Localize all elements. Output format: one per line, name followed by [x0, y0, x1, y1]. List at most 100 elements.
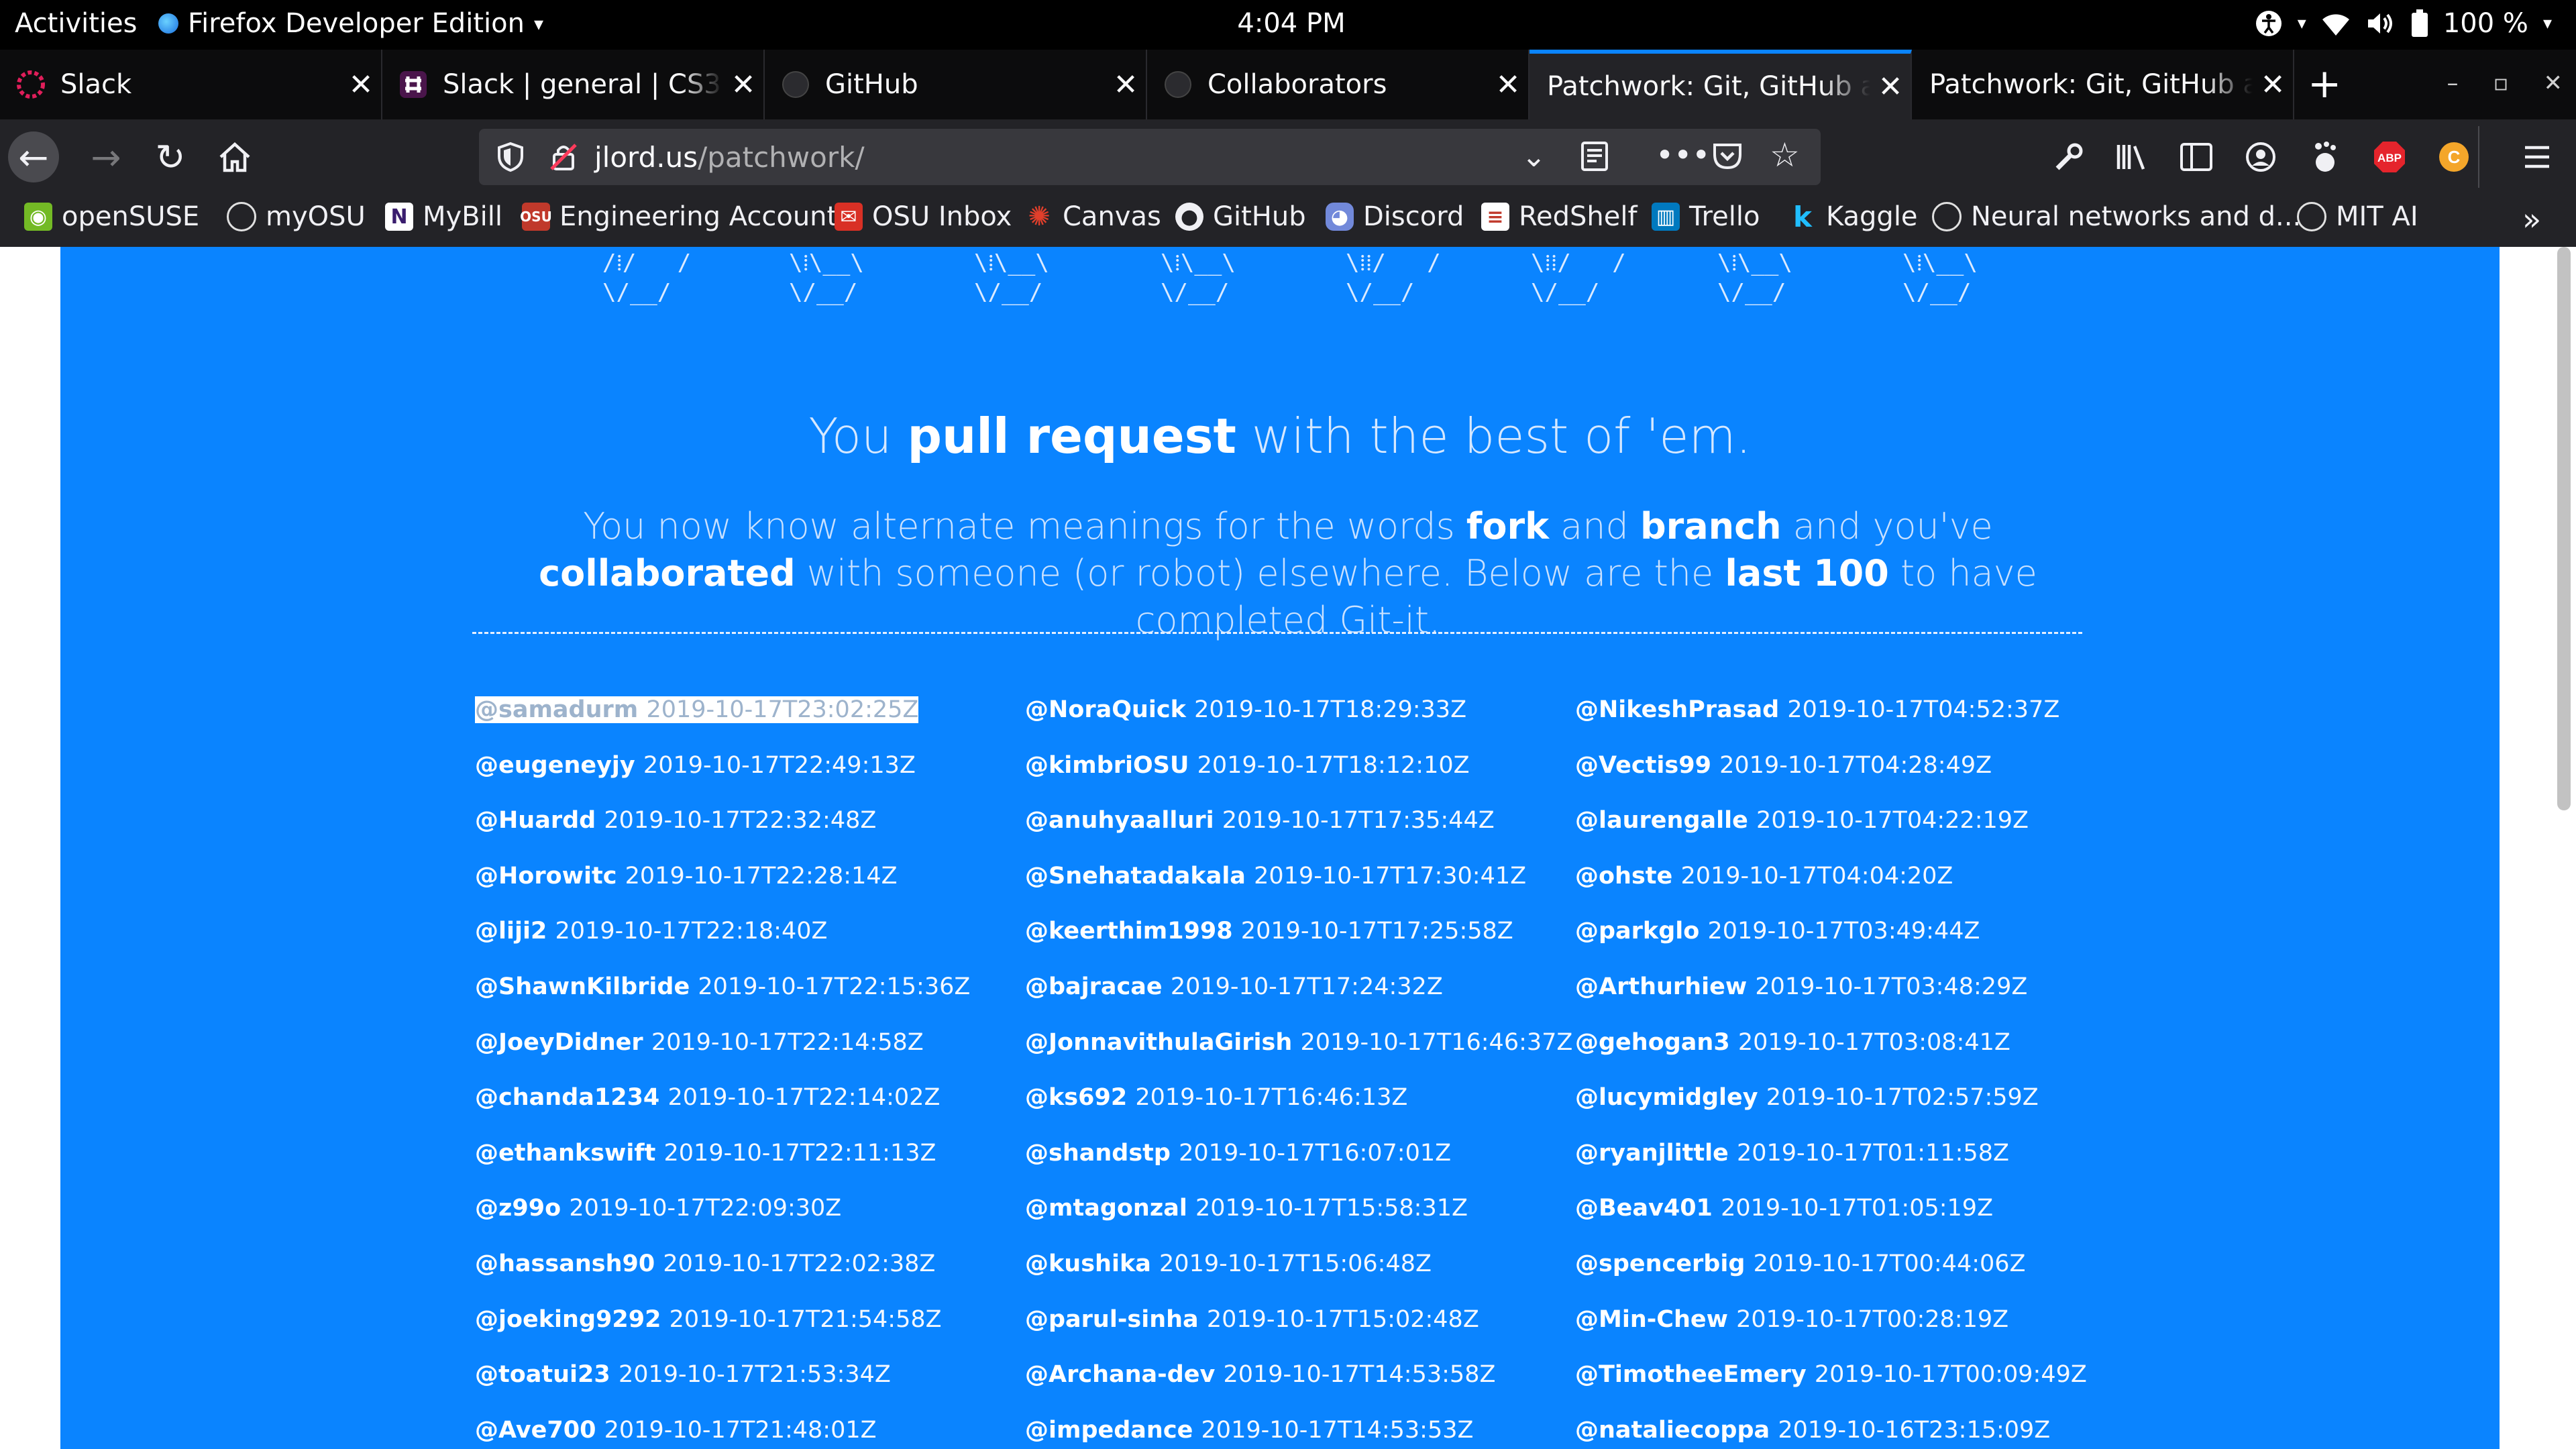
bookmark-star-icon[interactable]: ☆ — [1770, 136, 1800, 174]
app-menu[interactable]: Firefox Developer Edition ▾ — [158, 8, 543, 39]
github-username-link[interactable]: @JonnavithulaGirish — [1025, 1029, 1300, 1056]
close-icon[interactable]: ✕ — [723, 68, 763, 102]
github-username-link[interactable]: @keerthim1998 — [1025, 918, 1241, 945]
github-username-link[interactable]: @JoeyDidner — [475, 1029, 651, 1056]
more-actions-icon[interactable]: ••• — [1656, 137, 1710, 173]
github-username-link[interactable]: @bajracae — [1025, 973, 1171, 1000]
github-username-link[interactable]: @anuhyaalluri — [1025, 807, 1222, 834]
github-username-link[interactable]: @parkglo — [1575, 918, 1708, 945]
github-username-link[interactable]: @laurengalle — [1575, 807, 1756, 834]
gnome-extension-icon[interactable] — [2304, 136, 2347, 178]
tab-slack[interactable]: Slack ✕ — [0, 50, 382, 119]
github-username-link[interactable]: @Min-Chew — [1575, 1306, 1736, 1333]
close-icon[interactable]: ✕ — [1106, 68, 1146, 102]
github-username-link[interactable]: @ethankswift — [475, 1140, 664, 1167]
tab-patchwork-active[interactable]: Patchwork: Git, GitHub and you ✕ — [1529, 50, 1912, 119]
github-username-link[interactable]: @impedance — [1025, 1417, 1201, 1444]
github-username-link[interactable]: @ks692 — [1025, 1084, 1135, 1111]
github-username-link[interactable]: @toatui23 — [475, 1361, 619, 1388]
bookmark-engineering-account[interactable]: OSU Engineering Account — [520, 201, 837, 232]
close-icon[interactable]: ✕ — [1870, 70, 1911, 104]
github-username-link[interactable]: @Beav401 — [1575, 1195, 1721, 1222]
extension-orange-icon[interactable]: C — [2432, 136, 2475, 178]
bookmark-discord[interactable]: ◕ Discord — [1326, 201, 1464, 232]
close-icon[interactable]: ✕ — [2253, 68, 2293, 102]
close-icon[interactable]: ✕ — [341, 68, 381, 102]
bookmark-neural-networks[interactable]: Neural networks and d... — [1932, 201, 2301, 232]
github-username-link[interactable]: @Huardd — [475, 807, 604, 834]
github-username-link[interactable]: @NoraQuick — [1025, 696, 1194, 723]
clock[interactable]: 4:04 PM — [1194, 8, 1389, 39]
github-username-link[interactable]: @mtagonzal — [1025, 1195, 1195, 1222]
github-username-link[interactable]: @Horowitc — [475, 863, 625, 890]
github-username-link[interactable]: @ShawnKilbride — [475, 973, 698, 1000]
back-arrow-icon[interactable]: ← — [8, 131, 59, 182]
github-username-link[interactable]: @chanda1234 — [475, 1084, 667, 1111]
github-username-link[interactable]: @parul-sinha — [1025, 1306, 1207, 1333]
adblock-plus-icon[interactable]: ABP — [2368, 136, 2411, 178]
github-username-link[interactable]: @Archana-dev — [1025, 1361, 1223, 1388]
tab-github[interactable]: GitHub ✕ — [765, 50, 1147, 119]
bookmark-canvas[interactable]: ✺ Canvas — [1025, 201, 1161, 232]
library-icon[interactable] — [2110, 136, 2153, 178]
bookmark-kaggle[interactable]: k Kaggle — [1788, 201, 1918, 233]
github-username-link[interactable]: @kushika — [1025, 1250, 1159, 1277]
bookmark-redshelf[interactable]: ≡ RedShelf — [1481, 201, 1638, 232]
github-username-link[interactable]: @ohste — [1575, 863, 1680, 890]
close-icon[interactable]: ✕ — [1488, 68, 1528, 102]
bookmark-osu-inbox[interactable]: ✉ OSU Inbox — [835, 201, 1012, 232]
github-username-link[interactable]: @z99o — [475, 1195, 569, 1222]
github-username-link[interactable]: @Vectis99 — [1575, 752, 1719, 779]
developer-tools-icon[interactable] — [2047, 136, 2090, 178]
bookmark-github[interactable]: ● GitHub — [1175, 201, 1306, 232]
reader-view-icon[interactable] — [1580, 141, 1609, 178]
github-username-link[interactable]: @spencerbig — [1575, 1250, 1754, 1277]
completer-entry: @samadurm 2019-10-17T23:02:25Z — [475, 696, 1025, 752]
tab-patchwork[interactable]: Patchwork: Git, GitHub and you ✕ — [1912, 50, 2294, 119]
bookmark-trello[interactable]: ▥ Trello — [1652, 201, 1760, 232]
github-username-link[interactable]: @Arthurhiew — [1575, 973, 1755, 1000]
github-username-link[interactable]: @ryanjlittle — [1575, 1140, 1737, 1167]
github-username-link[interactable]: @lucymidgley — [1575, 1084, 1766, 1111]
github-username-link[interactable]: @shandstp — [1025, 1140, 1179, 1167]
forward-arrow-icon[interactable]: → — [80, 131, 131, 182]
reload-icon[interactable]: ↻ — [145, 131, 196, 182]
tab-slack-general[interactable]: Slack | general | CS361 ✕ — [382, 50, 765, 119]
url-bar[interactable]: jlord.us/patchwork/ ⌄ ••• ☆ — [479, 129, 1821, 185]
bookmarks-overflow-icon[interactable]: » — [2522, 201, 2541, 237]
status-area[interactable]: ▾ 100 % ▾ — [2255, 8, 2552, 39]
github-username-link[interactable]: @TimotheeEmery — [1575, 1361, 1815, 1388]
insecure-lock-icon[interactable] — [549, 142, 585, 172]
github-username-link[interactable]: @eugeneyjy — [475, 752, 643, 779]
tab-collaborators[interactable]: Collaborators ✕ — [1147, 50, 1529, 119]
github-username-link[interactable]: @liji2 — [475, 918, 555, 945]
minimize-icon[interactable]: – — [2447, 70, 2458, 97]
url-text[interactable]: jlord.us/patchwork/ — [594, 141, 865, 174]
chevron-down-icon[interactable]: ⌄ — [1521, 140, 1546, 174]
page-scrollbar[interactable] — [2557, 247, 2571, 810]
sidebar-icon[interactable] — [2175, 136, 2218, 178]
account-icon[interactable] — [2239, 136, 2282, 178]
github-username-link[interactable]: @samadurm — [475, 696, 647, 723]
maximize-icon[interactable]: ▫ — [2493, 70, 2508, 97]
github-username-link[interactable]: @NikeshPrasad — [1575, 696, 1787, 723]
github-username-link[interactable]: @Ave700 — [475, 1417, 604, 1444]
home-icon[interactable] — [209, 131, 260, 182]
bookmark-myosu[interactable]: myOSU — [227, 201, 366, 232]
github-username-link[interactable]: @gehogan3 — [1575, 1029, 1738, 1056]
bookmark-opensuse[interactable]: ◉ openSUSE — [24, 201, 199, 232]
pocket-icon[interactable] — [1712, 141, 1743, 177]
bookmark-mybill[interactable]: N MyBill — [385, 201, 502, 232]
new-tab-plus-icon[interactable]: + — [2308, 60, 2341, 107]
tab-title: Collaborators — [1208, 69, 1387, 100]
github-username-link[interactable]: @kimbriOSU — [1025, 752, 1197, 779]
hamburger-menu-icon[interactable] — [2516, 136, 2559, 178]
shield-icon[interactable] — [496, 142, 533, 172]
github-username-link[interactable]: @hassansh90 — [475, 1250, 663, 1277]
bookmark-mit-ai[interactable]: MIT AI — [2297, 201, 2418, 232]
activities-button[interactable]: Activities — [15, 8, 137, 39]
github-username-link[interactable]: @joeking9292 — [475, 1306, 669, 1333]
close-window-icon[interactable]: ✕ — [2544, 70, 2563, 97]
github-username-link[interactable]: @nataliecoppa — [1575, 1417, 1778, 1444]
github-username-link[interactable]: @Snehatadakala — [1025, 863, 1254, 890]
